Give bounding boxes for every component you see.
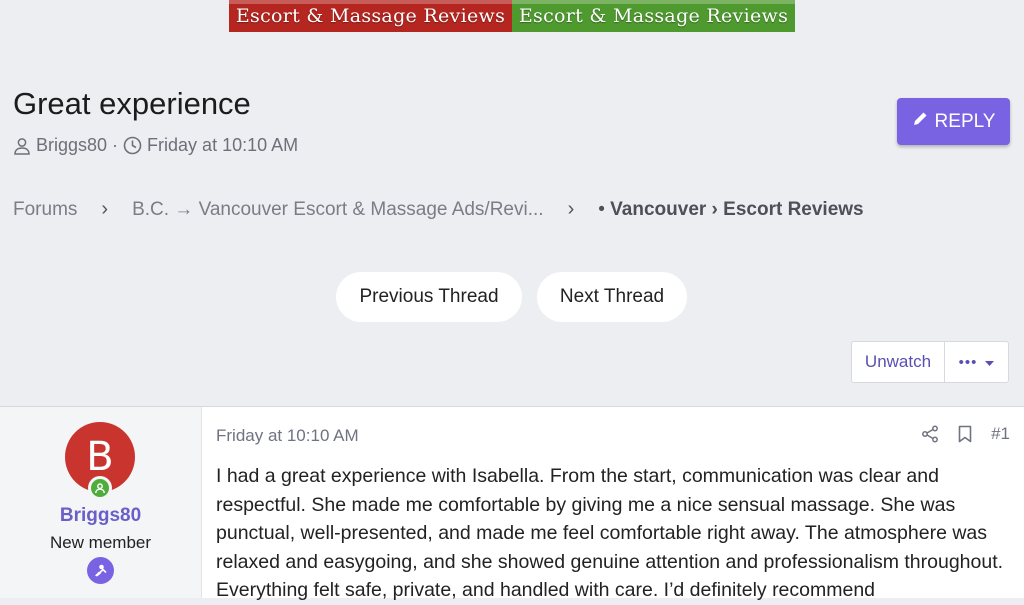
thread-meta: Briggs80 · Friday at 10:10 AM	[13, 135, 298, 156]
more-options-button[interactable]: •••	[945, 342, 1008, 382]
share-icon[interactable]	[921, 425, 939, 443]
more-dots: •••	[958, 353, 978, 371]
chevron-down-icon	[985, 354, 995, 371]
breadcrumb-forums[interactable]: Forums	[13, 199, 77, 221]
breadcrumb-bc-vancouver[interactable]: B.C. → Vancouver Escort & Massage Ads/Re…	[132, 199, 543, 221]
post: B Briggs80 New member Friday at 10:10 AM…	[0, 406, 1024, 601]
breadcrumb-current-bold: Vancouver	[610, 198, 707, 220]
site-banner[interactable]: Escort & Massage Reviews Escort & Massag…	[229, 0, 795, 32]
watch-toolbar: Unwatch •••	[851, 341, 1009, 383]
breadcrumb: Forums › B.C. → Vancouver Escort & Massa…	[13, 198, 864, 221]
post-body: I had a great experience with Isabella. …	[216, 465, 1004, 601]
breadcrumb-separator-icon: ›	[567, 198, 575, 220]
post-number-link[interactable]: #1	[991, 424, 1010, 444]
unwatch-button[interactable]: Unwatch	[852, 342, 945, 382]
breadcrumb-current-rest: › Escort Reviews	[706, 198, 864, 220]
reply-label: REPLY	[934, 110, 996, 132]
post-username[interactable]: Briggs80	[0, 505, 201, 527]
meta-separator: ·	[112, 135, 119, 155]
breadcrumb-current[interactable]: • Vancouver › Escort Reviews	[598, 199, 863, 221]
thread-date-link[interactable]: Friday at 10:10 AM	[147, 135, 298, 156]
previous-thread-button[interactable]: Previous Thread	[336, 272, 522, 322]
breadcrumb-separator-icon: ›	[101, 198, 109, 220]
next-thread-button[interactable]: Next Thread	[537, 272, 687, 322]
post-user-pane: B Briggs80 New member	[0, 407, 202, 598]
clock-icon	[123, 136, 142, 155]
bookmark-icon[interactable]	[957, 425, 973, 443]
online-status-icon	[88, 476, 112, 500]
banner-right: Escort & Massage Reviews	[512, 0, 795, 32]
thread-title: Great experience	[13, 86, 251, 121]
thread-author-link[interactable]: Briggs80	[36, 135, 107, 156]
reply-button[interactable]: REPLY	[897, 98, 1010, 145]
post-date-link[interactable]: Friday at 10:10 AM	[216, 426, 359, 446]
post-actions: #1	[921, 424, 1010, 444]
badge-icon[interactable]	[87, 557, 114, 584]
banner-left: Escort & Massage Reviews	[229, 0, 512, 32]
post-user-title: New member	[49, 533, 152, 552]
breadcrumb-current-prefix: •	[598, 198, 611, 220]
user-icon	[13, 137, 31, 155]
pencil-icon	[912, 110, 929, 133]
